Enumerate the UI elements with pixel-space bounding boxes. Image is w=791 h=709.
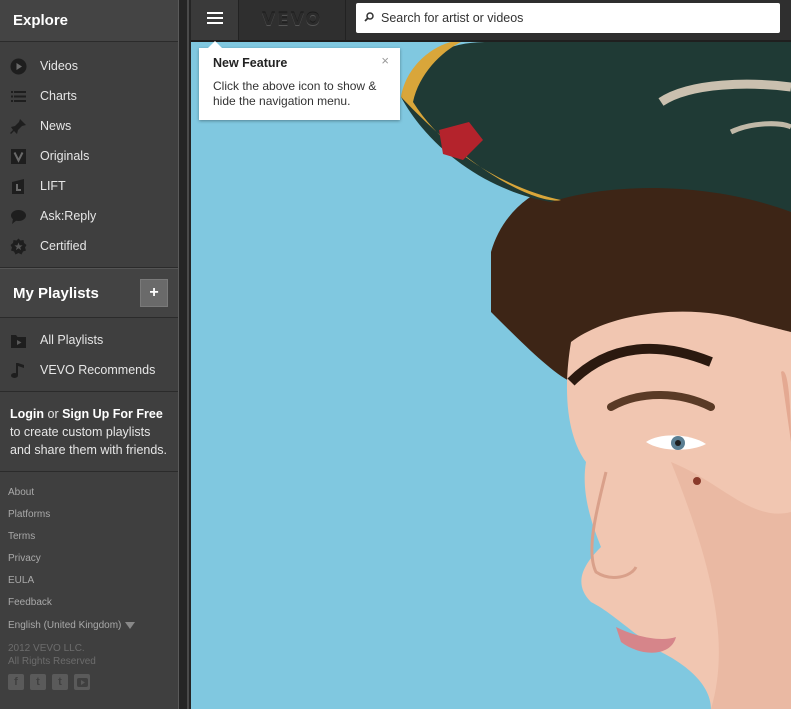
facebook-icon[interactable]: f [8,674,24,690]
login-blurb-text: to create custom playlists and share the… [10,425,168,457]
sidebar: Explore Videos Charts News Originals LIF… [0,0,178,709]
language-selector[interactable]: English (United Kingdom) [0,618,178,634]
footer-link-feedback[interactable]: Feedback [0,592,178,614]
social-links: f t t [0,674,178,690]
tumblr-icon[interactable]: t [52,674,68,690]
explore-heading: Explore [0,0,178,42]
nav-item-label: Originals [40,149,90,163]
sidebar-divider[interactable] [178,0,191,709]
nav-item-label: Ask:Reply [40,209,97,223]
nav-item-originals[interactable]: Originals [0,141,178,171]
playlist-nav: All Playlists VEVO Recommends [0,318,178,392]
music-note-icon [10,362,27,379]
artist-photo [191,42,791,709]
login-or-text: or [44,407,63,421]
nav-item-label: VEVO Recommends [40,363,156,377]
nav-item-label: Charts [40,89,77,103]
vevo-v-icon [10,148,27,165]
footer-link-about[interactable]: About [0,482,178,504]
nav-item-label: LIFT [40,179,66,193]
twitter-icon[interactable]: t [30,674,46,690]
search-icon [364,9,374,27]
footer-link-terms[interactable]: Terms [0,526,178,548]
nav-item-label: Videos [40,59,78,73]
nav-item-label: Certified [40,239,87,253]
top-bar: VEVO [191,0,791,42]
tooltip-title: New Feature [213,56,288,70]
my-playlists-header: My Playlists + [0,268,178,318]
nav-item-charts[interactable]: Charts [0,81,178,111]
footer-link-privacy[interactable]: Privacy [0,548,178,570]
close-icon[interactable]: × [381,53,389,68]
nav-item-news[interactable]: News [0,111,178,141]
nav-item-label: News [40,119,72,133]
menu-toggle-button[interactable] [191,0,239,40]
tooltip-body: Click the above icon to show & hide the … [213,79,377,108]
language-label: English (United Kingdom) [8,620,122,631]
footer-links: About Platforms Terms Privacy EULA Feedb… [0,472,178,614]
nav-item-certified[interactable]: Certified [0,231,178,261]
copyright-line: All Rights Reserved [8,656,96,667]
copyright-line: 2012 VEVO LLC. [8,643,85,654]
new-feature-tooltip: New Feature × Click the above icon to sh… [199,41,400,120]
login-blurb: Login or Sign Up For Free to create cust… [0,392,178,472]
login-link[interactable]: Login [10,407,44,421]
youtube-icon[interactable] [74,674,90,690]
search-input[interactable] [379,10,773,26]
speech-bubble-icon [10,208,27,225]
hamburger-icon [206,11,223,29]
nav-item-lift[interactable]: LIFT [0,171,178,201]
add-playlist-button[interactable]: + [140,279,168,307]
copyright: 2012 VEVO LLC. All Rights Reserved [0,642,178,668]
explore-nav: Videos Charts News Originals LIFT Ask:Re… [0,42,178,268]
caret-down-icon [125,621,136,629]
folder-play-icon [10,332,27,349]
nav-item-videos[interactable]: Videos [0,51,178,81]
lift-icon [10,178,27,195]
list-icon [10,88,27,105]
hero-artist-image[interactable] [191,42,791,709]
footer-link-platforms[interactable]: Platforms [0,504,178,526]
vevo-logo[interactable]: VEVO [239,0,346,40]
pin-icon [10,118,27,135]
play-icon [10,58,27,75]
nav-item-label: All Playlists [40,333,104,347]
nav-item-vevo-recommends[interactable]: VEVO Recommends [0,355,178,385]
footer-link-eula[interactable]: EULA [0,570,178,592]
signup-link[interactable]: Sign Up For Free [62,407,163,421]
search-box [356,3,780,33]
my-playlists-heading: My Playlists [13,284,99,302]
nav-item-all-playlists[interactable]: All Playlists [0,325,178,355]
nav-item-ask-reply[interactable]: Ask:Reply [0,201,178,231]
certified-badge-icon [10,238,27,255]
